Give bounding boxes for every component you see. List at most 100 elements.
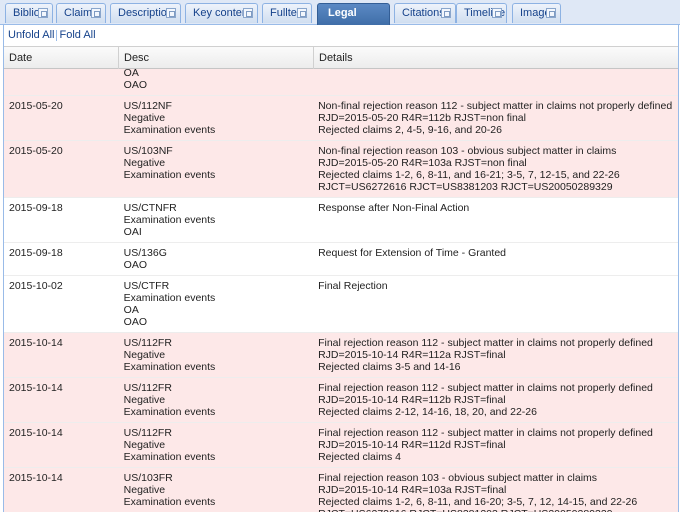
details-line: Final rejection reason 112 - subject mat… — [318, 337, 673, 349]
cell-details: Final rejection reason 112 - subject mat… — [313, 378, 678, 422]
table-row[interactable]: 2015-09-18 US/CTNFRExamination eventsOAI R… — [4, 198, 678, 243]
details-line: Rejected claims 2-12, 14-16, 18, 20, and… — [318, 406, 673, 418]
desc-line: Negative — [124, 157, 308, 169]
fold-all-link[interactable]: Fold All — [59, 29, 95, 41]
details-line: RJCT=US6272616 RJCT=US8381203 RJCT=US200… — [318, 181, 673, 193]
details-line: RJD=2015-10-14 R4R=112a RJST=final — [318, 349, 673, 361]
desc-line: OAO — [124, 259, 308, 271]
details-line: RJD=2015-10-14 R4R=103a RJST=final — [318, 484, 673, 496]
details-line: Final rejection reason 112 - subject mat… — [318, 427, 673, 439]
column-header-desc[interactable]: Desc — [119, 47, 314, 69]
cell-desc: US/103NFNegativeExamination events — [119, 141, 313, 197]
tab-image[interactable]: Image — [512, 3, 561, 23]
tab-claims[interactable]: Claims — [56, 3, 106, 23]
desc-line: OAO — [124, 79, 308, 91]
table-row-partial[interactable]: OA OAO — [4, 69, 678, 96]
table-row[interactable]: 2015-10-14 US/103FRNegativeExamination ev… — [4, 468, 678, 512]
desc-line: OA — [124, 69, 308, 79]
cell-date: 2015-05-20 — [4, 141, 119, 197]
details-line: RJD=2015-10-14 R4R=112b RJST=final — [318, 394, 673, 406]
cell-desc: US/112NFNegativeExamination events — [119, 96, 313, 140]
table-row[interactable]: 2015-05-20US/103NFNegativeExamination ev… — [4, 141, 678, 198]
tab-biblio[interactable]: Biblio — [5, 3, 53, 23]
cell-details — [313, 69, 678, 95]
desc-line: US/CTNFR — [124, 202, 308, 214]
popout-icon[interactable] — [441, 8, 451, 18]
cell-desc: US/112FRNegativeExamination events — [119, 333, 313, 377]
table-row[interactable]: 2015-10-14US/112FRNegativeExamination ev… — [4, 333, 678, 378]
cell-details: Final Rejection — [313, 276, 678, 332]
popout-icon[interactable] — [297, 8, 307, 18]
desc-line: US/112FR — [124, 427, 308, 439]
details-line: Final rejection reason 103 - obvious sub… — [318, 472, 673, 484]
tab-fulltext[interactable]: Fulltext — [262, 3, 312, 23]
details-line: RJD=2015-05-20 R4R=103a RJST=non final — [318, 157, 673, 169]
tab-timeline[interactable]: Timeline — [456, 3, 507, 23]
table-row[interactable]: 2015-10-14US/112FRNegativeExamination ev… — [4, 423, 678, 468]
tab-key-content[interactable]: Key content — [185, 3, 258, 23]
table-row[interactable]: 2015-10-02US/CTFRExamination eventsOAOAO… — [4, 276, 678, 333]
table-body[interactable]: OA OAO 2015-05-20US/112NFNegativeExamina… — [4, 69, 678, 512]
cell-date — [4, 69, 119, 95]
tab-legal-status[interactable]: Legal status — [317, 3, 390, 25]
table-row[interactable]: 2015-09-18US/136GOAORequest for Extensio… — [4, 243, 678, 276]
desc-line: Examination events — [124, 214, 308, 226]
column-header-date[interactable]: Date — [4, 47, 119, 69]
desc-line: Negative — [124, 484, 308, 496]
desc-line: Negative — [124, 439, 308, 451]
desc-line: Examination events — [124, 292, 308, 304]
popout-icon[interactable] — [243, 8, 253, 18]
desc-line: OA — [124, 304, 308, 316]
desc-line: US/112NF — [124, 100, 308, 112]
tab-label: Biblio — [13, 7, 40, 19]
cell-date: 2015-10-14 — [4, 333, 119, 377]
details-line: Response after Non-Final Action — [318, 202, 673, 214]
cell-details: Non-final rejection reason 103 - obvious… — [313, 141, 678, 197]
desc-line: US/CTFR — [124, 280, 308, 292]
details-line: Request for Extension of Time - Granted — [318, 247, 673, 259]
table-header: Date Desc Details — [4, 47, 678, 69]
tab-label: Citations — [402, 7, 445, 19]
cell-details: Final rejection reason 103 - obvious sub… — [313, 468, 678, 512]
details-line: Rejected claims 2, 4-5, 9-16, and 20-26 — [318, 124, 673, 136]
cell-details: Non-final rejection reason 112 - subject… — [313, 96, 678, 140]
cell-date: 2015-09-18 — [4, 243, 119, 275]
desc-line: Examination events — [124, 169, 308, 181]
popout-icon[interactable] — [492, 8, 502, 18]
cell-date: 2015-10-14 — [4, 378, 119, 422]
column-header-details[interactable]: Details — [314, 47, 679, 69]
desc-line: Examination events — [124, 496, 308, 508]
cell-desc: US/136GOAO — [119, 243, 313, 275]
popout-icon[interactable] — [38, 8, 48, 18]
desc-line: US/103FR — [124, 472, 308, 484]
popout-icon[interactable] — [166, 8, 176, 18]
table-row[interactable]: 2015-10-14US/112FRNegativeExamination ev… — [4, 378, 678, 423]
table-row[interactable]: 2015-05-20US/112NFNegativeExamination ev… — [4, 96, 678, 141]
desc-line: OAI — [124, 226, 308, 238]
cell-desc: US/112FRNegativeExamination events — [119, 423, 313, 467]
details-line: Final Rejection — [318, 280, 673, 292]
cell-desc: US/112FRNegativeExamination events — [119, 378, 313, 422]
desc-line: OAO — [124, 316, 308, 328]
desc-line: US/112FR — [124, 337, 308, 349]
tab-citations[interactable]: Citations — [394, 3, 456, 23]
cell-date: 2015-05-20 — [4, 96, 119, 140]
desc-line: Examination events — [124, 406, 308, 418]
desc-line: US/136G — [124, 247, 308, 259]
details-line: RJD=2015-05-20 R4R=112b RJST=non final — [318, 112, 673, 124]
tab-description[interactable]: Description — [110, 3, 181, 23]
cell-date: 2015-09-18 — [4, 198, 119, 242]
popout-icon[interactable] — [91, 8, 101, 18]
legal-status-panel: Unfold All Fold All Date Desc Details OA … — [3, 25, 679, 512]
details-line: Rejected claims 3-5 and 14-16 — [318, 361, 673, 373]
popout-icon[interactable] — [546, 8, 556, 18]
details-line: Rejected claims 1-2, 6, 8-11, and 16-20;… — [318, 496, 673, 508]
details-line: Non-final rejection reason 103 - obvious… — [318, 145, 673, 157]
cell-details: Final rejection reason 112 - subject mat… — [313, 333, 678, 377]
cell-date: 2015-10-14 — [4, 468, 119, 512]
fold-toolbar: Unfold All Fold All — [4, 25, 678, 47]
unfold-all-link[interactable]: Unfold All — [8, 29, 54, 41]
cell-details: Request for Extension of Time - Granted — [313, 243, 678, 275]
cell-desc: OA OAO — [119, 69, 313, 95]
desc-line: US/103NF — [124, 145, 308, 157]
